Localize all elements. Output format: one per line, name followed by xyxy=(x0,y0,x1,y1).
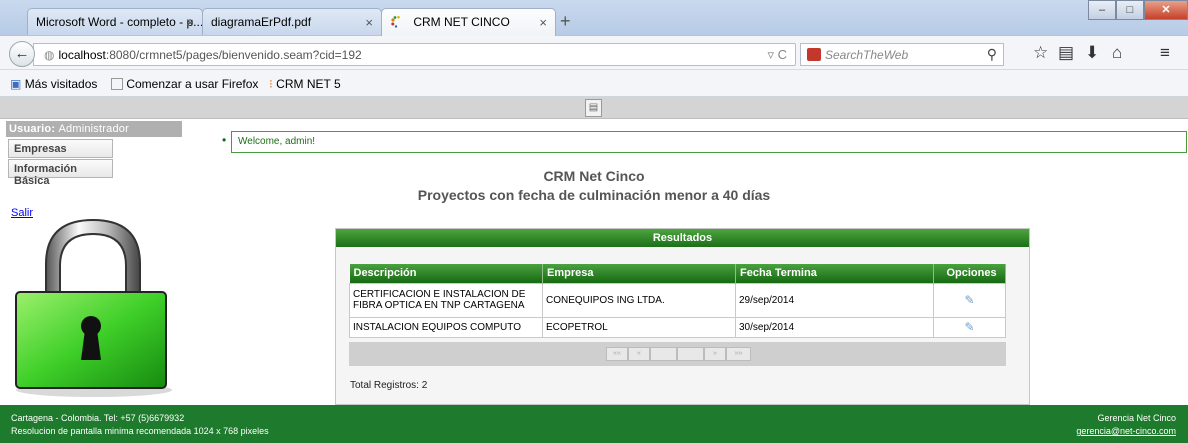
sidebar-item-empresas[interactable]: Empresas xyxy=(8,139,113,158)
page-subtitle: Proyectos con fecha de culminación menor… xyxy=(417,187,771,203)
globe-icon: ◍ xyxy=(44,48,55,62)
cell-opciones: ✎ xyxy=(933,282,1006,318)
column-header-empresa[interactable]: Empresa xyxy=(542,264,736,283)
tab-label: Microsoft Word - completo - p... xyxy=(36,15,203,29)
close-tab-icon[interactable]: × xyxy=(539,15,547,30)
column-header-descripcion[interactable]: Descripción xyxy=(349,264,543,283)
table-row: CERTIFICACION E INSTALACION DE FIBRA OPT… xyxy=(349,282,1006,318)
home-icon[interactable]: ⌂ xyxy=(1112,43,1122,63)
total-records: Total Registros: 2 xyxy=(350,380,428,391)
pdf-export-icon[interactable]: ▤ xyxy=(585,99,602,117)
url-path: :8080/crmnet5/pages/bienvenido.seam?cid=… xyxy=(105,48,362,62)
cell-empresa: ECOPETROL xyxy=(542,316,736,338)
back-arrow-icon[interactable]: ← xyxy=(9,41,35,67)
download-icon[interactable]: ⬇ xyxy=(1085,43,1099,63)
tab-pdf[interactable]: diagramaErPdf.pdf × xyxy=(202,8,382,35)
cell-fecha: 30/sep/2014 xyxy=(735,316,934,338)
tab-crm-net-cinco[interactable]: CRM NET CINCO × xyxy=(381,8,556,36)
column-header-opciones: Opciones xyxy=(933,264,1006,283)
results-table: Descripción Empresa Fecha Termina Opcion… xyxy=(349,264,1006,338)
search-input[interactable]: SearchTheWeb ⚲ xyxy=(800,43,1004,66)
bookmark-crm-net-5[interactable]: ⁝ CRM NET 5 xyxy=(269,77,341,91)
crm-spinner-icon xyxy=(391,15,400,28)
tab-label: diagramaErPdf.pdf xyxy=(211,15,312,29)
next-page-button[interactable]: » xyxy=(704,347,726,361)
padlock-icon xyxy=(6,212,180,400)
user-name: Administrador xyxy=(58,123,129,135)
cell-fecha: 29/sep/2014 xyxy=(735,282,934,318)
maximize-icon[interactable]: □ xyxy=(1116,0,1144,20)
view-details-icon[interactable]: ✎ xyxy=(964,320,976,334)
bookmarks-bar: ▣ Más visitados Comenzar a usar Firefox … xyxy=(0,70,1188,97)
close-tab-icon[interactable]: × xyxy=(365,15,373,30)
page-title: CRM Net Cinco xyxy=(543,168,645,184)
bookmark-folder-icon: ▣ xyxy=(10,77,22,91)
bookmark-star-icon[interactable]: ☆ xyxy=(1033,43,1048,63)
search-icon[interactable]: ⚲ xyxy=(987,46,997,63)
minimize-icon[interactable]: – xyxy=(1088,0,1116,20)
first-page-button[interactable]: «« xyxy=(606,347,628,361)
cell-opciones: ✎ xyxy=(933,316,1006,338)
crm-spinner-icon: ⁝ xyxy=(269,77,273,91)
view-details-icon[interactable]: ✎ xyxy=(964,293,976,307)
url-field[interactable]: ◍ localhost:8080/crmnet5/pages/bienvenido… xyxy=(33,43,796,66)
cell-descripcion: INSTALACION EQUIPOS COMPUTO xyxy=(349,316,543,338)
tab-word-document[interactable]: Microsoft Word - completo - p... × xyxy=(27,8,203,35)
page-icon xyxy=(111,78,123,90)
search-engine-icon[interactable] xyxy=(807,48,821,61)
table-row: INSTALACION EQUIPOS COMPUTO ECOPETROL 30… xyxy=(349,316,1006,338)
cell-empresa: CONEQUIPOS ING LTDA. xyxy=(542,282,736,318)
browser-tab-bar: Microsoft Word - completo - p... × diagr… xyxy=(0,0,1188,36)
results-panel: Resultados Descripción Empresa Fecha Ter… xyxy=(335,228,1030,405)
pagination-bar: «« « » »» xyxy=(349,342,1006,366)
prev-page-button[interactable]: « xyxy=(628,347,650,361)
footer-company: Gerencia Net Cinco xyxy=(1097,413,1176,423)
page-button[interactable] xyxy=(650,347,677,361)
new-tab-icon[interactable]: + xyxy=(560,11,571,32)
panel-title: Resultados xyxy=(336,229,1029,247)
column-header-fecha[interactable]: Fecha Termina xyxy=(735,264,934,283)
close-tab-icon[interactable]: × xyxy=(186,15,194,30)
footer-email-link[interactable]: gerencia@net-cinco.com xyxy=(1076,426,1176,436)
footer-contact: Cartagena - Colombia. Tel: +57 (5)667993… xyxy=(11,413,185,423)
last-page-button[interactable]: »» xyxy=(726,347,751,361)
bookmark-mas-visitados[interactable]: ▣ Más visitados xyxy=(10,77,97,91)
bullet-icon: • xyxy=(222,133,227,147)
page-footer: Cartagena - Colombia. Tel: +57 (5)667993… xyxy=(0,405,1188,443)
user-bar: Usuario: Administrador xyxy=(6,121,182,137)
reload-icon[interactable]: ▿ C xyxy=(767,47,787,63)
close-window-icon[interactable]: ✕ xyxy=(1144,0,1188,20)
reading-list-icon[interactable]: ▤ xyxy=(1058,43,1074,63)
tab-label: CRM NET CINCO xyxy=(413,15,510,29)
search-placeholder: SearchTheWeb xyxy=(825,48,909,62)
welcome-message: Welcome, admin! xyxy=(231,131,1187,153)
bookmark-comenzar-firefox[interactable]: Comenzar a usar Firefox xyxy=(111,77,258,91)
page-button[interactable] xyxy=(677,347,704,361)
footer-resolution-note: Resolucion de pantalla minima recomendad… xyxy=(11,426,269,436)
url-host: localhost xyxy=(58,48,106,62)
navigation-bar: ◍ localhost:8080/crmnet5/pages/bienvenido… xyxy=(0,35,1188,70)
menu-icon[interactable]: ≡ xyxy=(1160,43,1170,63)
cell-descripcion: CERTIFICACION E INSTALACION DE FIBRA OPT… xyxy=(349,282,543,318)
toolbar-strip: ▤ xyxy=(0,97,1188,119)
